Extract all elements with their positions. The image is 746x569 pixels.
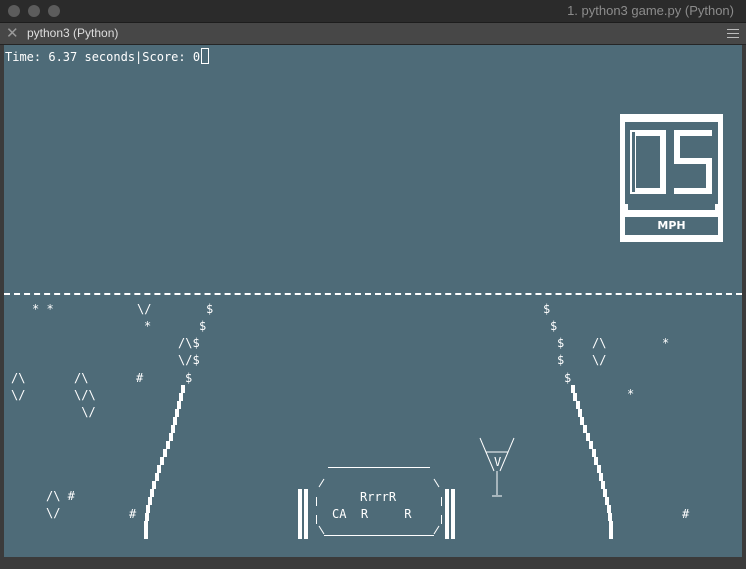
road-edge-right-step (601, 481, 605, 489)
road-edge-left-step (179, 393, 183, 401)
window-title: 1. python3 game.py (Python) (567, 3, 734, 18)
car-left-wheel-inner (304, 489, 308, 539)
car-right-slant-top (433, 478, 440, 488)
car-bottom-line (324, 535, 434, 536)
road-edge-left-step (157, 465, 161, 473)
cup-right-rim (499, 437, 515, 472)
cup-letter: V (494, 455, 502, 469)
car-left-wheel-outer (298, 489, 302, 539)
road-edge-right-step (576, 401, 580, 409)
road-edge-left-step (150, 489, 154, 497)
road-edge-right-step (580, 417, 584, 425)
road-edge-left-step (169, 433, 173, 441)
road-edge-left-step (166, 441, 170, 449)
car-left-slant-top (318, 478, 325, 488)
road-edge-left-step (152, 481, 156, 489)
cup-left-rim (479, 437, 495, 472)
car-body-text: CA R R (332, 507, 412, 521)
road-edge-right-step (573, 393, 577, 401)
close-window-button[interactable] (8, 5, 20, 17)
car-left-side (316, 515, 317, 524)
car-roof-line (328, 467, 430, 468)
road-edge-right-step (589, 441, 593, 449)
terminal-window: 1. python3 game.py (Python) ✕ python3 (P… (0, 0, 746, 569)
zoom-window-button[interactable] (48, 5, 60, 17)
road-edge-right-step (592, 449, 596, 457)
car-right-side (441, 515, 442, 524)
car-right-wheel-outer (451, 489, 455, 539)
tab-menu-icon[interactable] (727, 29, 739, 38)
car-engine-text: RrrrR (360, 490, 397, 504)
road-edge-right-step (571, 385, 575, 393)
road-edge-right-step (608, 513, 612, 521)
road-edge-left-step (173, 417, 177, 425)
road-edge-right-step (603, 489, 607, 497)
road-edge-left-step (145, 513, 149, 521)
road-edge-right-step (578, 409, 582, 417)
road-edge-right-step (599, 473, 603, 481)
road-edge-left-step (155, 473, 159, 481)
road-edge-left-step (146, 505, 150, 513)
title-bar: 1. python3 game.py (Python) (0, 0, 746, 23)
road-edge-right-step (605, 497, 609, 505)
road-edge-left-step (181, 385, 185, 393)
road-edge-right-step (597, 465, 601, 473)
road-edge-left-step (163, 449, 167, 457)
terminal-content[interactable]: Time: 6.37 seconds|Score: 0 MPH * * \/ *… (4, 45, 742, 557)
car-right-side (441, 497, 442, 506)
tab-close-icon[interactable]: ✕ (6, 24, 19, 42)
car-right-wheel-inner (445, 489, 449, 539)
road-edge-left-step (144, 521, 148, 529)
road-edge-left-step (171, 425, 175, 433)
road-edge-left-step (175, 409, 179, 417)
road-edge-right-step (583, 425, 587, 433)
car-left-side (316, 497, 317, 506)
tab-bar: ✕ python3 (Python) (0, 23, 746, 45)
road-edge-left-step (144, 529, 148, 539)
tab-label[interactable]: python3 (Python) (27, 26, 118, 40)
road-edge-right-step (594, 457, 598, 465)
car-left-slant-bottom (318, 525, 325, 535)
minimize-window-button[interactable] (28, 5, 40, 17)
window-bottom-edge (0, 557, 746, 569)
road-edge-left-step (160, 457, 164, 465)
road-edge-left-step (148, 497, 152, 505)
road-edge-right-step (609, 521, 613, 529)
road-edge-left-step (177, 401, 181, 409)
road-edge-right-step (609, 529, 613, 539)
road-edge-right-step (586, 433, 590, 441)
road-edge-right-step (607, 505, 611, 513)
car-right-slant-bottom (433, 525, 440, 535)
